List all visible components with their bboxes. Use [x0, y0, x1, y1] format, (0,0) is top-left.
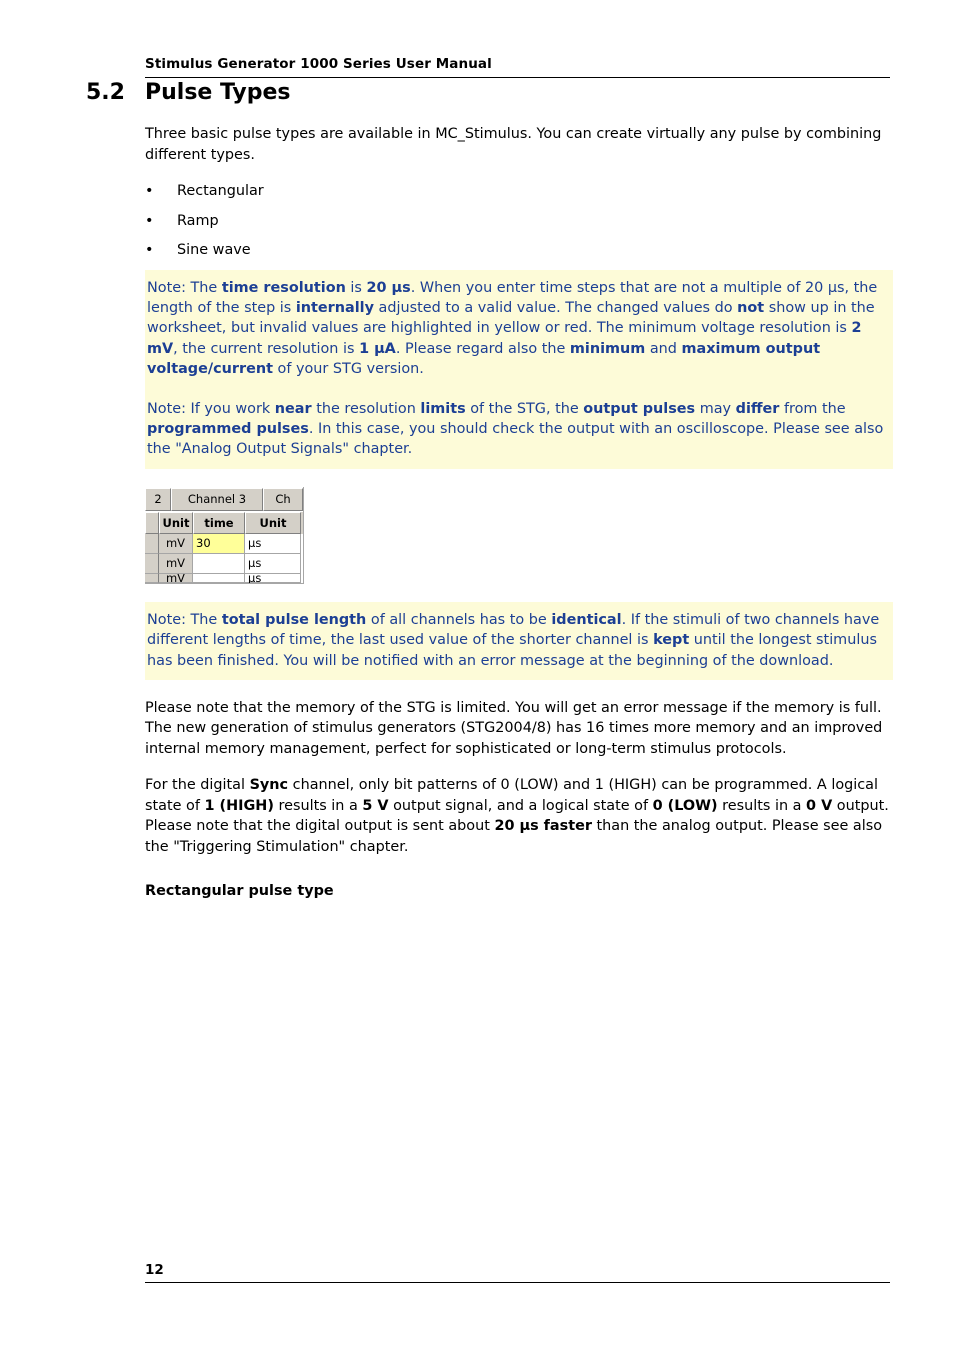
section-heading: 5.2 Pulse Types: [86, 80, 896, 105]
page-number: 12: [145, 1262, 164, 1278]
cell-rownum[interactable]: [145, 573, 159, 583]
note-total-pulse-length: Note: The total pulse length of all chan…: [147, 607, 891, 673]
column-header-unit1[interactable]: Unit: [159, 511, 193, 534]
list-item-label: Rectangular: [177, 183, 264, 199]
tab-channel-4[interactable]: Ch: [263, 487, 303, 511]
header-divider: [145, 77, 890, 78]
column-header-time[interactable]: time: [193, 511, 245, 534]
tab-channel-3[interactable]: Channel 3: [171, 487, 263, 511]
page-footer: 12: [145, 1262, 890, 1283]
intro-paragraph: Three basic pulse types are available in…: [145, 126, 882, 163]
page-header: Stimulus Generator 1000 Series User Manu…: [145, 56, 890, 78]
list-item: • Ramp: [145, 211, 893, 232]
note-resolution-limits: Note: If you work near the resolution li…: [147, 396, 891, 462]
cell-time[interactable]: [193, 553, 245, 574]
mc-stimulus-worksheet: 2 Channel 3 Ch Unit time Unit mV 30 µs m…: [145, 486, 304, 584]
channel-tab-bar[interactable]: 2 Channel 3 Ch: [145, 486, 303, 511]
tab-channel-2[interactable]: 2: [145, 487, 171, 511]
worksheet-column-headers: Unit time Unit: [145, 510, 303, 534]
cell-unit2[interactable]: µs: [245, 533, 301, 554]
note-block-resolution: Note: The time resolution is 20 µs. When…: [145, 269, 893, 469]
worksheet-screenshot-figure: 2 Channel 3 Ch Unit time Unit mV 30 µs m…: [145, 486, 305, 584]
column-header-unit2[interactable]: Unit: [245, 511, 301, 534]
table-row[interactable]: mV µs: [145, 573, 303, 583]
note-block-pulse-length: Note: The total pulse length of all chan…: [145, 601, 893, 680]
table-row[interactable]: mV 30 µs: [145, 533, 303, 554]
cell-unit1[interactable]: mV: [159, 553, 193, 574]
sync-paragraph: For the digital Sync channel, only bit p…: [145, 777, 889, 855]
bullet-icon: •: [145, 183, 154, 199]
bullet-icon: •: [145, 212, 154, 229]
memory-paragraph: Please note that the memory of the STG i…: [145, 699, 883, 757]
list-item-label: Ramp: [177, 212, 219, 229]
list-item-label: Sine wave: [177, 242, 251, 258]
cell-unit2[interactable]: µs: [245, 553, 301, 574]
section-title: Pulse Types: [145, 80, 291, 105]
footer-divider: [145, 1282, 890, 1283]
section-number: 5.2: [86, 80, 125, 105]
column-header-rownum[interactable]: [145, 511, 159, 534]
header-title: Stimulus Generator 1000 Series User Manu…: [145, 56, 492, 72]
cell-time[interactable]: [193, 573, 245, 583]
cell-rownum[interactable]: [145, 553, 159, 574]
cell-time[interactable]: 30: [193, 533, 245, 554]
cell-unit2[interactable]: µs: [245, 573, 301, 583]
list-item: • Sine wave: [145, 240, 893, 261]
cell-unit1[interactable]: mV: [159, 573, 193, 583]
pulse-type-list: • Rectangular • Ramp • Sine wave: [145, 181, 893, 261]
bullet-icon: •: [145, 242, 154, 258]
list-item: • Rectangular: [145, 181, 893, 202]
document-page: Stimulus Generator 1000 Series User Manu…: [0, 0, 954, 1350]
page-content: Three basic pulse types are available in…: [145, 124, 893, 899]
cell-rownum[interactable]: [145, 533, 159, 554]
note-time-resolution: Note: The time resolution is 20 µs. When…: [147, 275, 891, 382]
table-row[interactable]: mV µs: [145, 553, 303, 574]
subheading-rectangular-pulse-type: Rectangular pulse type: [145, 883, 334, 900]
cell-unit1[interactable]: mV: [159, 533, 193, 554]
